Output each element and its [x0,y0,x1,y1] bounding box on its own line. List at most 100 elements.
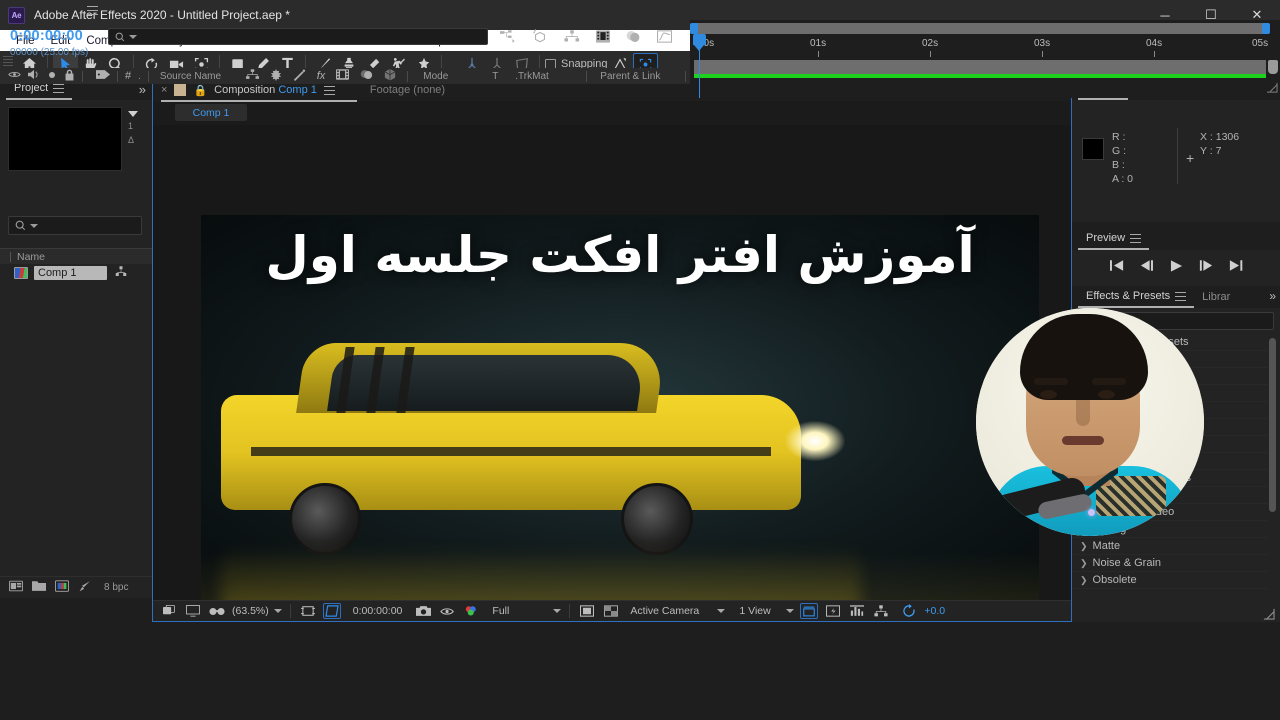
webcam-overlay [976,308,1204,536]
comp-flowchart-icon[interactable] [872,603,890,619]
project-thumb-caret-icon[interactable] [128,111,138,117]
effects-scrollbar[interactable] [1269,338,1276,512]
composition-mini-flowchart-icon[interactable] [500,29,516,46]
composition-canvas[interactable]: آموزش افتر افکت جلسه اول [201,215,1039,600]
tab-effects-presets[interactable]: Effects & Presets [1078,286,1195,308]
tab-libraries-label: Librar [1202,291,1231,303]
audio-toggle-icon[interactable] [28,69,40,83]
fx-category-matte[interactable]: ❯ Matte [1072,538,1268,555]
main-viewer-icon[interactable] [184,603,202,619]
timeline-search-input[interactable] [108,28,488,45]
magnification-dropdown[interactable]: (63.5%) [232,605,282,617]
adjust-exposure-icon[interactable] [78,580,91,596]
channel-rgb-icon[interactable] [462,603,480,619]
webcam-eye-right [1098,390,1115,399]
next-frame-icon[interactable] [1199,260,1213,274]
play-icon[interactable] [1170,259,1183,275]
hide-shy-layers-icon[interactable] [564,29,580,46]
fast-previews-icon[interactable] [824,603,842,619]
chevron-right-icon: ❯ [1080,574,1088,585]
motion-blur-icon[interactable] [626,30,641,46]
toggle-transparency-grid-icon[interactable] [578,603,596,619]
column-mode[interactable]: Mode [423,71,485,82]
choose-grid-icon[interactable] [299,603,317,619]
project-item-comp-1[interactable]: Comp 1 [0,264,152,282]
first-frame-icon[interactable] [1109,260,1124,274]
effects-switch-icon[interactable] [270,68,282,84]
exposure-value[interactable]: +0.0 [924,605,945,617]
taxi-car-graphic [221,335,845,565]
column-source-name[interactable]: Source Name [160,71,221,82]
cti-playhead-line [699,36,700,98]
column-trkmat[interactable]: .TrkMat [515,71,579,82]
mask-switch-icon[interactable] [293,69,306,84]
composition-tab-label[interactable]: Composition Comp 1 [214,84,317,96]
column-parent-and-link[interactable]: Parent & Link [600,71,660,82]
info-color-swatch [1082,138,1104,160]
composition-close-icon[interactable]: × [161,84,167,96]
new-folder-icon[interactable] [32,580,46,595]
adjustment-layer-icon[interactable] [384,68,396,84]
project-item-shy-icon [115,266,127,280]
video-visibility-icon[interactable] [8,70,21,82]
viewer-timecode[interactable]: 0:00:00:00 [347,605,409,617]
camera-dropdown[interactable]: Active Camera [630,605,726,617]
project-search-input[interactable] [8,216,142,235]
work-area-start-handle[interactable] [690,23,698,34]
composition-stage[interactable]: آموزش افتر افکت جلسه اول [153,125,1071,600]
timeline-layer-duration-bar[interactable] [694,60,1266,74]
effects-resize-handle[interactable] [1262,608,1276,620]
timeline-work-area-bar[interactable] [690,23,1270,34]
lock-toggle-icon[interactable] [64,69,75,84]
solo-toggle-icon[interactable] [47,70,57,83]
graph-editor-icon[interactable] [657,29,673,46]
always-preview-icon[interactable] [160,603,178,619]
timeline-render-bar [694,74,1266,78]
label-color-icon[interactable] [96,69,110,83]
take-snapshot-icon[interactable] [414,603,432,619]
frame-blend-switch-icon[interactable] [336,69,350,83]
tab-libraries[interactable]: Librar [1194,286,1238,308]
effects-overflow-icon[interactable]: » [1269,289,1276,303]
3d-glasses-icon[interactable] [208,603,226,619]
preview-menu-icon[interactable] [1130,233,1142,243]
timeline-right-handle[interactable] [1268,60,1278,74]
fx-category-noise-grain[interactable]: ❯ Noise & Grain [1072,555,1268,572]
timeline-graph-icon[interactable] [848,603,866,619]
footage-tab-label[interactable]: Footage (none) [370,84,445,96]
effects-menu-icon[interactable] [1175,291,1187,301]
reset-exposure-icon[interactable] [900,603,918,619]
project-panel-footer: 8 bpc [0,576,152,598]
transparency-checker-icon[interactable] [602,603,620,619]
fx-category-obsolete[interactable]: ❯ Obsolete [1072,572,1268,589]
timeline-menu-icon[interactable] [86,5,98,15]
view-layout-dropdown[interactable]: 1 View [739,605,795,617]
motion-blur-switch-icon[interactable] [360,69,373,83]
layer-number-icon[interactable]: # [125,70,131,82]
ruler-tick-04s: 04s [1146,38,1163,49]
bit-depth-label[interactable]: 8 bpc [104,582,128,593]
resolution-dropdown[interactable]: Full [492,605,562,617]
work-area-end-handle[interactable] [1262,23,1270,34]
parent-switch-icon[interactable] [245,69,259,83]
pixel-aspect-correction-icon[interactable] [800,603,819,619]
composition-menu-icon[interactable] [323,85,335,95]
project-menu-icon[interactable] [53,83,65,93]
draft-3d-icon[interactable] [532,29,548,46]
interpret-footage-icon[interactable] [9,580,23,595]
region-of-interest-icon[interactable] [322,603,341,619]
show-snapshot-icon[interactable] [438,603,456,619]
composition-sub-tab[interactable]: Comp 1 [175,104,247,121]
timeline-resize-handle[interactable] [1266,82,1278,96]
timeline-graph-area[interactable]: 00s 01s 02s 03s 04s 05s [690,20,1280,98]
timeline-current-timecode[interactable]: 0:00:00:00 [10,28,83,44]
info-panel: Info Audio R : G : B : A : 0 + X : 1306 … [1072,78,1280,234]
lock-icon[interactable]: 🔒 [193,84,207,97]
timeline-ruler[interactable]: 00s 01s 02s 03s 04s 05s [690,36,1280,58]
last-frame-icon[interactable] [1229,260,1243,274]
frame-blending-icon[interactable] [596,29,610,46]
column-t[interactable]: T [492,71,508,82]
new-composition-icon[interactable] [55,580,69,595]
prev-frame-icon[interactable] [1140,260,1154,274]
tab-preview[interactable]: Preview [1078,228,1150,250]
